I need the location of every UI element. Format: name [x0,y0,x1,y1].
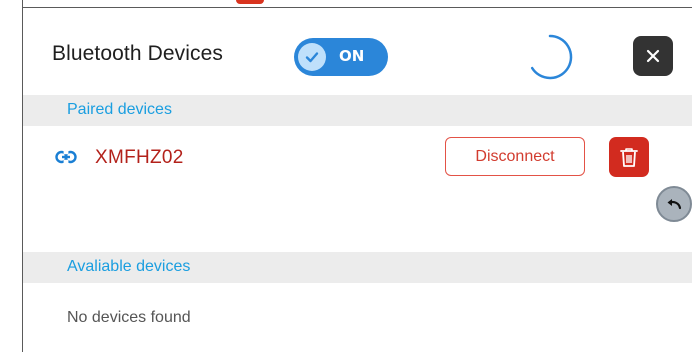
toggle-state-label: ON [339,47,365,65]
close-icon [646,49,660,63]
undo-arrow-icon [667,199,682,210]
device-name: XMFHZ02 [95,147,184,168]
no-devices-message: No devices found [67,309,191,326]
link-icon [55,150,77,164]
bluetooth-toggle[interactable]: ON [294,38,388,76]
loading-spinner-icon [530,34,573,80]
bluetooth-dialog: Bluetooth Devices ON Paired devices XMFH… [0,0,692,352]
dialog-title: Bluetooth Devices [52,42,223,65]
paired-devices-label: Paired devices [67,101,172,118]
trash-icon [620,148,638,167]
paired-devices-header: Paired devices [23,95,692,126]
delete-device-button[interactable] [609,137,649,177]
close-button[interactable] [633,36,673,76]
available-devices-label: Avaliable devices [67,258,191,275]
partially-hidden-red-icon [236,0,264,4]
disconnect-button[interactable]: Disconnect [445,137,585,176]
paired-device-row: XMFHZ02 Disconnect [23,126,692,188]
undo-button[interactable] [656,186,692,222]
available-devices-header: Avaliable devices [23,252,692,283]
check-icon [298,43,326,71]
dialog-top-border [22,7,692,8]
